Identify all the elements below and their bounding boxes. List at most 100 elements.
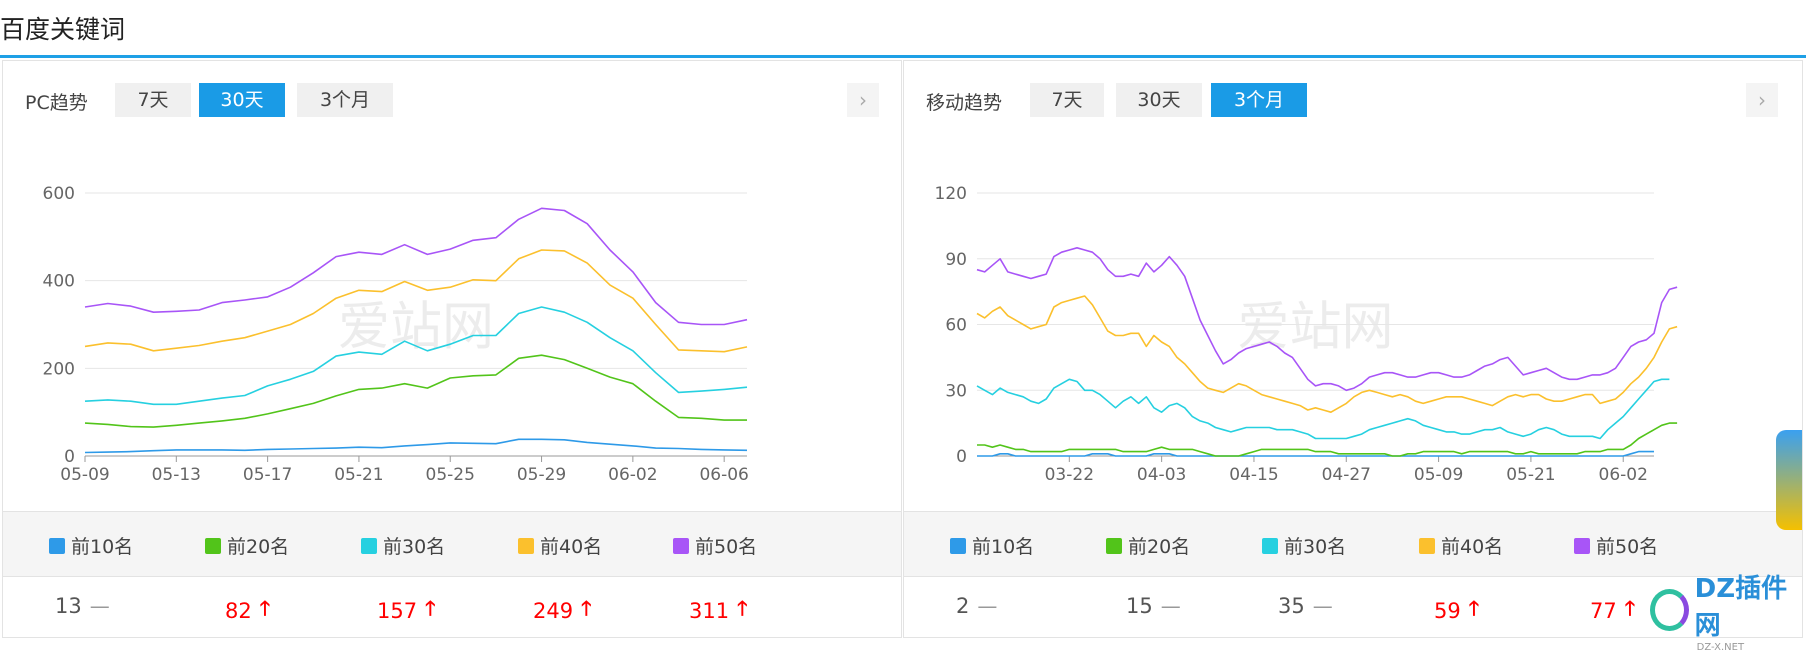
rank-count: 2 [956,594,970,618]
mobile-tab-7d[interactable]: 7天 [1030,83,1104,117]
arrow-up-icon: 🡑 [581,596,592,620]
rank-value: 2— [956,594,997,618]
dz-logo-sub: DZ-X.NET [1696,641,1745,653]
y-tick-label: 200 [43,359,75,379]
x-tick-label: 06-02 [1599,465,1648,485]
arrow-up-icon: 🡑 [1468,596,1480,620]
legend-item[interactable]: 前50名 [1574,532,1658,559]
legend-label: 前40名 [540,536,603,558]
legend-swatch [1262,537,1278,554]
mobile-tab-30d[interactable]: 30天 [1116,83,1202,117]
y-tick-label: 60 [945,316,967,336]
rank-value: 13 — [55,594,110,618]
legend-swatch [673,537,689,554]
x-tick-label: 05-21 [1506,465,1555,485]
x-tick-label: 06-02 [608,465,657,485]
watermark-text: 爱站网 [1237,298,1393,358]
y-tick-label: 600 [43,184,75,204]
legend-item[interactable]: 前40名 [1419,532,1503,559]
rank-count: 59 [1434,599,1461,623]
legend-swatch [1106,537,1122,554]
pc-trend-panel: PC趋势 7天 30天 3个月 › 爱站网 0 200 400 600 05-09 05-1… [2,60,902,638]
dash-icon: — [1312,594,1333,618]
arrow-up-icon: 🡑 [259,596,271,620]
x-tick-label: 05-13 [152,465,201,485]
legend-label: 前10名 [972,536,1035,558]
watermark-text: 爱站网 [338,298,494,358]
y-tick-label: 0 [64,447,75,467]
legend-swatch [361,537,377,554]
mobile-trend-panel: 移动趋势 7天 30天 3个月 › 爱站网 0 30 60 90 120 03-22 04-0… [903,60,1803,638]
legend-item[interactable]: 前20名 [205,532,289,559]
x-tick-label: 05-25 [426,465,475,485]
mobile-tab-3m[interactable]: 3个月 [1211,83,1307,117]
y-tick-label: 400 [43,272,75,292]
rank-count: 15 [1126,594,1153,618]
legend-swatch [205,537,221,554]
legend-label: 前40名 [1441,536,1504,558]
rank-value: 35 — [1278,594,1333,618]
x-tick-label: 04-03 [1137,465,1186,485]
side-badge-icon [1776,430,1802,530]
pc-tab-7d[interactable]: 7天 [115,83,191,117]
arrow-up-icon: 🡑 [737,596,748,620]
legend-item[interactable]: 前20名 [1106,532,1190,559]
legend-label: 前50名 [1596,536,1659,558]
rank-count: 35 [1278,594,1305,618]
rank-value: 311 🡑 [689,594,748,628]
series-line-1 [84,438,748,454]
arrow-up-icon: 🡑 [1624,596,1636,620]
page-title: 百度关键词 [0,15,126,44]
pc-trend-chart: 爱站网 0 200 400 600 05-09 05-13 05-17 05-21 05-25 05… [43,184,749,485]
dash-icon: — [1160,594,1181,618]
rank-value: 82 🡑 [225,594,270,628]
pc-values: 13 — 82 🡑 157 🡑 249 🡑 311 🡑 [3,576,901,638]
x-tick-label: 05-09 [60,465,109,485]
series-line-3 [976,378,1670,440]
legend-label: 前20名 [1128,536,1191,558]
x-tick-label: 03-22 [1045,465,1094,485]
legend-swatch [49,537,65,554]
mobile-next-arrow-icon[interactable]: › [1746,83,1778,117]
x-tick-label: 04-27 [1322,465,1371,485]
rank-count: 13 [55,594,82,618]
legend-label: 前30名 [1284,536,1347,558]
x-tick-label: 06-06 [699,465,748,485]
legend-label: 前50名 [695,536,758,558]
rank-count: 77 [1590,599,1617,623]
pc-next-arrow-icon[interactable]: › [847,83,879,117]
rank-value: 249 🡑 [533,594,592,628]
dz-logo: DZ插件网 DZ-X.NET [1650,574,1800,653]
rank-count: 157 [377,599,418,623]
x-tick-label: 05-09 [1414,465,1463,485]
rank-count: 311 [689,599,730,623]
rank-value: 15 — [1126,594,1181,618]
y-tick-label: 120 [935,184,967,204]
rank-value: 157 🡑 [377,594,436,628]
mobile-legend: 前10名 前20名 前30名 前40名 前50名 [904,511,1802,577]
rank-value: 77 🡑 [1590,594,1635,628]
legend-swatch [1574,537,1590,554]
dz-logo-icon [1650,589,1689,631]
legend-swatch [1419,537,1435,554]
mobile-trend-chart: 爱站网 0 30 60 90 120 03-22 04-03 04-15 04-27 05-09 05… [935,184,1678,485]
legend-item[interactable]: 前40名 [518,532,602,559]
pc-legend: 前10名 前20名 前30名 前40名 前50名 [3,511,901,577]
legend-label: 前10名 [71,536,134,558]
legend-item[interactable]: 前30名 [361,532,445,559]
x-tick-label: 05-17 [243,465,292,485]
title-rule [0,55,1806,58]
dz-logo-text: DZ插件网 [1694,573,1788,641]
pc-tab-30d[interactable]: 30天 [199,83,285,117]
legend-item[interactable]: 前10名 [49,532,133,559]
legend-item[interactable]: 前50名 [673,532,757,559]
pc-tab-3m[interactable]: 3个月 [297,83,393,117]
rank-value: 59 🡑 [1434,594,1479,628]
mobile-trend-label: 移动趋势 [926,92,1003,114]
series-line-2 [977,422,1678,457]
x-tick-label: 04-15 [1229,465,1278,485]
x-tick-label: 05-29 [517,465,566,485]
rank-count: 249 [533,599,574,623]
legend-item[interactable]: 前30名 [1262,532,1346,559]
legend-item[interactable]: 前10名 [950,532,1034,559]
